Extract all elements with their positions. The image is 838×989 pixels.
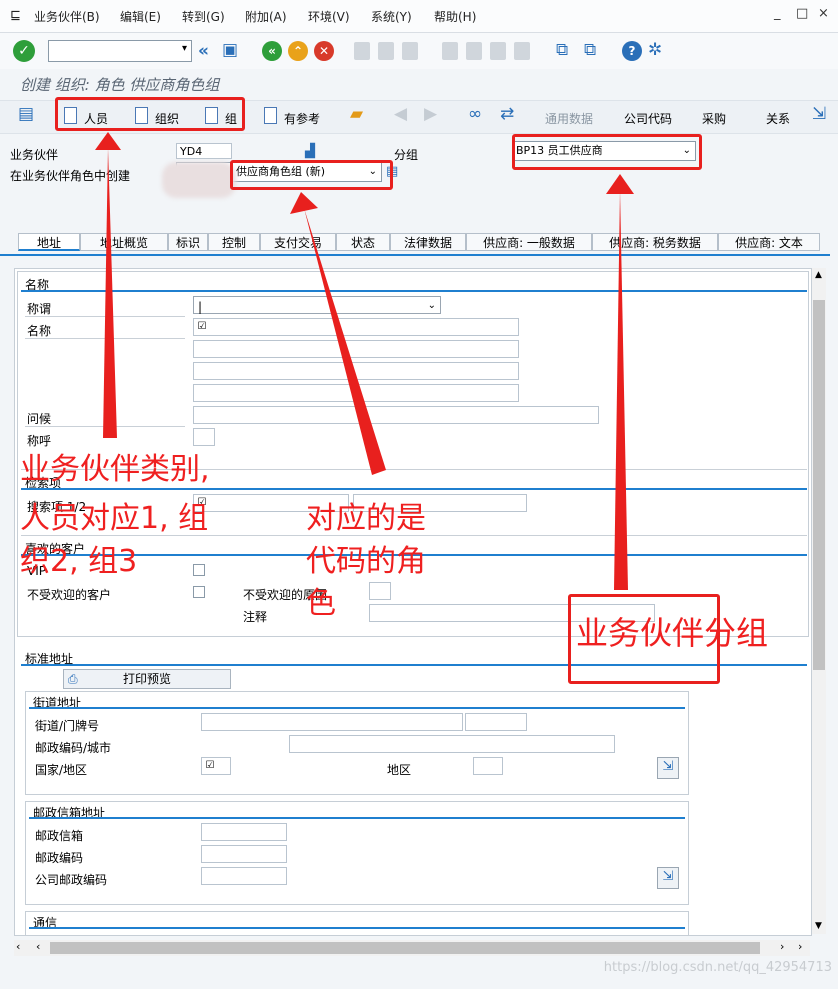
arrow-right-head — [606, 174, 634, 194]
arrow-middle-shaft — [304, 208, 386, 475]
arrow-left-head — [95, 132, 121, 150]
arrow-middle-head — [290, 192, 318, 214]
arrow-left-shaft — [103, 148, 117, 438]
annotation-role-note-3: 色 — [306, 586, 336, 621]
annotation-role-note-2: 代码的角 — [306, 544, 426, 579]
watermark: https://blog.csdn.net/qq_42954713 — [603, 960, 832, 975]
annotation-group-note: 业务伙伴分组 — [576, 614, 769, 652]
annotation-role-note-1: 对应的是 — [306, 501, 426, 536]
annotation-type-note-1: 业务伙伴类别, — [20, 452, 210, 487]
annotation-type-note-3: 织2, 组3 — [20, 544, 138, 579]
annotation-type-note-2: 人员对应1, 组 — [20, 501, 209, 536]
arrow-right-shaft — [614, 190, 628, 590]
